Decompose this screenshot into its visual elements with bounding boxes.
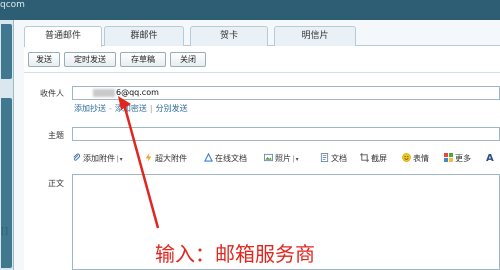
tab-normal-mail[interactable]: 普通邮件 (24, 26, 102, 47)
annotation-text: 输入：邮箱服务商 (155, 242, 315, 266)
arrow-shaft (122, 103, 160, 229)
